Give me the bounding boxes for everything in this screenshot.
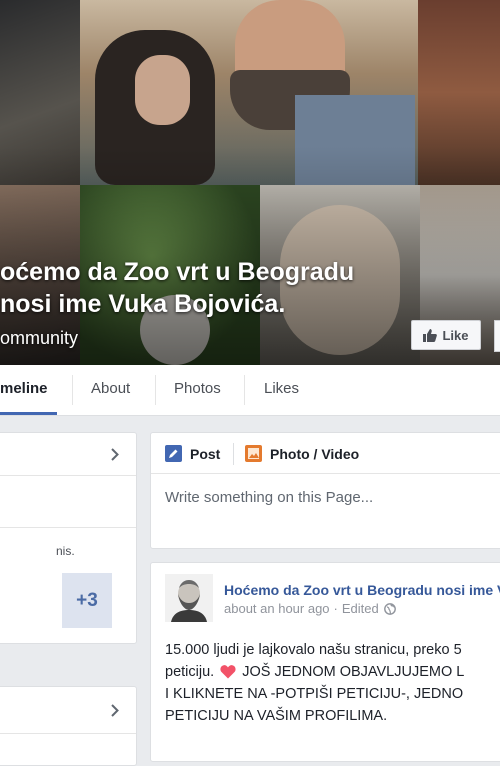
page-nav: meline About Photos Likes [0,365,500,416]
like-button-label: Like [442,327,469,343]
tab-timeline-label: meline [0,380,48,397]
follow-button[interactable] [494,320,500,352]
photo-icon [245,445,262,462]
post-card: Hoćemo da Zoo vrt u Beogradu nosi ime V … [150,562,500,762]
post-author-link[interactable]: Hoćemo da Zoo vrt u Beogradu nosi ime V [224,582,500,598]
tab-photos-label: Photos [174,380,221,397]
composer-header-divider [151,473,500,474]
tab-about[interactable]: About [91,365,130,415]
post-avatar[interactable] [165,574,213,622]
tab-likes-label: Likes [264,380,300,397]
composer-tab-photo[interactable]: Photo / Video [245,445,359,462]
heart-icon [220,665,236,679]
composer-tab-post-label: Post [190,445,221,462]
composer-tab-photo-label: Photo / Video [270,445,360,462]
sidebar-divider [0,527,136,528]
page-title[interactable]: oćemo da Zoo vrt u Beogradu nosi ime Vuk… [0,256,354,320]
post-line: PETICIJU NA VAŠIM PROFILIMA. [165,708,388,724]
post-line: peticiju. JOŠ JEDNOM OBJAVLJUJEMO L [165,661,464,683]
post-body: 15.000 ljudi je lajkovalo našu stranicu,… [165,639,464,727]
sidebar-card-bottom [0,686,137,766]
sidebar-card-header[interactable] [0,433,136,476]
composer-input[interactable]: Write something on this Page... [165,489,373,506]
nav-divider [72,375,73,405]
sidebar-snippet: nis. [56,544,75,558]
like-button[interactable]: Like [411,320,481,350]
post-line-text: peticiju. [165,664,215,680]
post-timestamp[interactable]: about an hour ago [224,601,330,616]
page-title-line2: nosi ime Vuka Bojovića. [0,290,286,318]
tab-photos[interactable]: Photos [174,365,221,415]
post-meta: about an hour ago · Edited [224,601,396,616]
composer-tab-post[interactable]: Post [165,445,220,462]
page-category[interactable]: ommunity [0,328,78,349]
post-edited-label[interactable]: Edited [342,601,379,616]
composer: Post Photo / Video Write something on th… [150,432,500,549]
page-title-line1: oćemo da Zoo vrt u Beogradu [0,258,355,286]
tab-timeline[interactable]: meline [0,365,57,415]
tab-about-label: About [91,380,131,397]
globe-icon[interactable] [383,602,396,615]
composer-tab-divider [233,443,234,465]
more-friends-badge[interactable]: +3 [62,573,112,628]
tab-likes[interactable]: Likes [264,365,299,415]
pencil-icon [165,445,182,462]
nav-divider [244,375,245,405]
cover-photo[interactable]: oćemo da Zoo vrt u Beogradu nosi ime Vuk… [0,0,500,365]
post-line: 15.000 ljudi je lajkovalo našu stranicu,… [165,642,462,658]
sidebar-card-header[interactable] [0,687,136,734]
meta-separator: · [333,601,338,616]
post-line: I KLIKNETE NA -POTPIŠI PETICIJU-, JEDNO [165,686,464,702]
chevron-right-icon [111,704,119,717]
chevron-right-icon [111,448,119,461]
nav-divider [155,375,156,405]
post-line-text: JOŠ JEDNOM OBJAVLJUJEMO L [242,664,465,680]
avatar-image [165,574,213,622]
thumbs-up-icon [423,328,438,342]
